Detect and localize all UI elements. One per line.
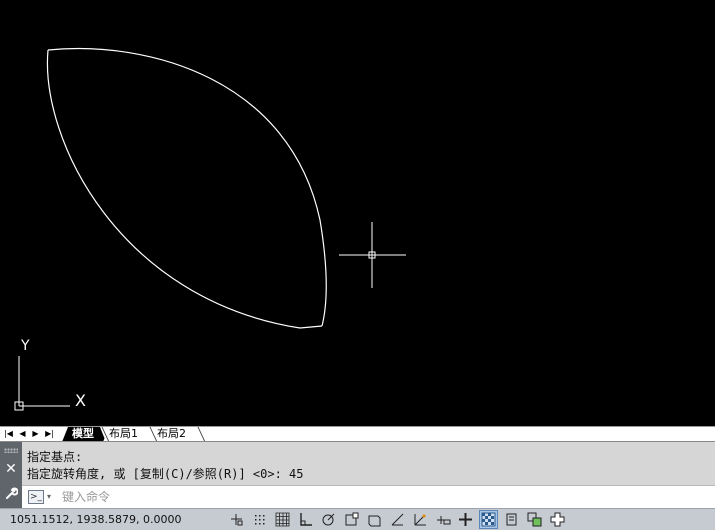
snap-mode-icon[interactable]: [250, 510, 269, 529]
selection-cycling-icon[interactable]: [525, 510, 544, 529]
chevron-down-icon[interactable]: ▾: [47, 490, 51, 504]
object-snap-tracking-icon[interactable]: [388, 510, 407, 529]
tab-layout1[interactable]: 布局1: [103, 427, 146, 442]
layout-tab-bar: |◀ ◀ ▶ ▶| 模型 布局1 布局2: [0, 426, 715, 442]
wrench-icon[interactable]: [4, 486, 19, 500]
model-space-canvas[interactable]: Y X: [0, 0, 715, 426]
coordinate-readout[interactable]: 1051.1512, 1938.5879, 0.0000: [10, 513, 181, 526]
tab-layout2[interactable]: 布局2: [151, 427, 194, 442]
command-window-grip[interactable]: ✕: [0, 442, 22, 509]
close-icon[interactable]: ✕: [4, 462, 18, 476]
arc-shape-upper[interactable]: [47, 47, 327, 327]
annotation-monitor-icon[interactable]: [548, 510, 567, 529]
command-input[interactable]: [62, 488, 702, 506]
grid-display-icon[interactable]: [273, 510, 292, 529]
last-tab-button[interactable]: ▶|: [44, 428, 55, 440]
tab-model[interactable]: 模型: [62, 427, 106, 442]
drag-handle-icon[interactable]: [4, 448, 18, 453]
quick-properties-icon[interactable]: [502, 510, 521, 529]
first-tab-button[interactable]: |◀: [3, 428, 14, 440]
ucs-y-label: Y: [20, 338, 30, 354]
drawing-area[interactable]: Y X: [0, 0, 715, 426]
polar-tracking-icon[interactable]: [319, 510, 338, 529]
crosshair-cursor: [339, 222, 406, 288]
next-tab-button[interactable]: ▶: [30, 428, 41, 440]
command-history-line: 指定基点:: [27, 450, 83, 464]
tab-divider: [197, 427, 206, 442]
dynamic-ucs-icon[interactable]: [411, 510, 430, 529]
command-history-line: 指定旋转角度, 或 [复制(C)/参照(R)] <0>: 45: [27, 467, 304, 481]
ucs-x-label: X: [75, 391, 86, 410]
object-snap-icon[interactable]: [342, 510, 361, 529]
command-input-bar[interactable]: >_ ▾: [22, 485, 715, 508]
command-prompt-icon[interactable]: >_: [28, 490, 44, 504]
status-bar: 1051.1512, 1938.5879, 0.0000: [0, 508, 715, 530]
infer-constraints-icon[interactable]: [227, 510, 246, 529]
lineweight-icon[interactable]: [456, 510, 475, 529]
command-window: ✕ 指定基点: 指定旋转角度, 或 [复制(C)/参照(R)] <0>: 45 …: [0, 441, 715, 509]
transparency-icon[interactable]: [479, 510, 498, 529]
ucs-icon: [14, 356, 70, 411]
arc-shape-lower[interactable]: [46, 49, 323, 329]
3d-object-snap-icon[interactable]: [365, 510, 384, 529]
dynamic-input-icon[interactable]: [434, 510, 453, 529]
prev-tab-button[interactable]: ◀: [17, 428, 28, 440]
ortho-mode-icon[interactable]: [296, 510, 315, 529]
